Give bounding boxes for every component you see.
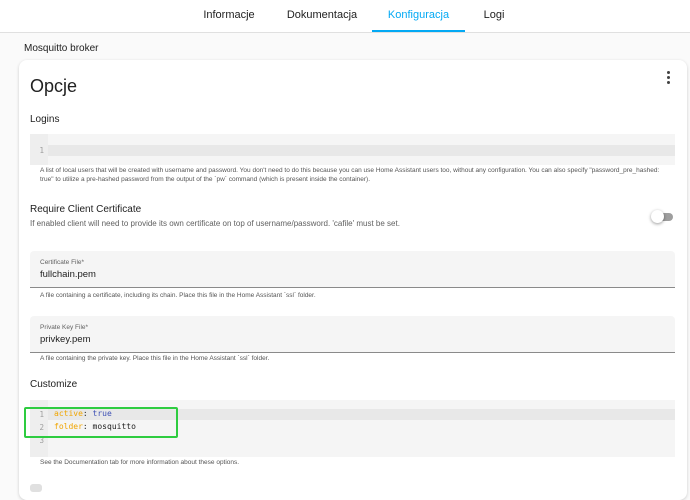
annotation-highlight-box (24, 407, 178, 438)
keyfile-label: Private Key File* (40, 324, 89, 331)
keyfile-field[interactable]: Private Key File* privkey.pem (30, 316, 675, 353)
certfile-field[interactable]: Certificate File* fullchain.pem (30, 251, 675, 288)
line-number: 1 (39, 146, 44, 155)
certfile-helper-text: A file containing a certificate, includi… (40, 292, 316, 299)
card-title: Opcje (30, 76, 78, 96)
tab-label: Dokumentacja (286, 9, 358, 21)
client-cert-description: If enabled client will need to provide i… (30, 219, 400, 228)
tab-label: Logi (483, 9, 505, 21)
tab-konfiguracja[interactable]: Konfiguracja (372, 0, 465, 32)
client-cert-toggle[interactable] (651, 210, 673, 223)
certfile-value: fullchain.pem (40, 269, 96, 280)
customize-helper-text: See the Documentation tab for more infor… (40, 459, 240, 466)
kebab-menu-icon[interactable] (662, 70, 674, 86)
active-tab-indicator (372, 30, 465, 32)
logins-helper-text: A list of local users that will be creat… (40, 167, 660, 183)
keyfile-helper-text: A file containing the private key. Place… (40, 355, 270, 362)
tab-informacje[interactable]: Informacje (188, 0, 270, 32)
active-line-highlight (48, 145, 675, 156)
addon-title: Mosquitto broker (24, 43, 99, 54)
customize-label: Customize (30, 379, 78, 390)
tab-dokumentacja[interactable]: Dokumentacja (280, 0, 364, 32)
certfile-label: Certificate File* (40, 259, 85, 266)
tab-label: Konfiguracja (387, 9, 450, 21)
toggle-knob (651, 210, 664, 223)
keyfile-value: privkey.pem (40, 334, 91, 345)
tab-bar: Informacje Dokumentacja Konfiguracja Log… (0, 0, 690, 33)
client-cert-label: Require Client Certificate (30, 204, 142, 215)
tab-logi[interactable]: Logi (472, 0, 516, 32)
checkbox-partial (30, 484, 42, 492)
logins-label: Logins (30, 114, 60, 125)
tab-label: Informacje (203, 9, 255, 21)
logins-editor[interactable]: 1 (30, 134, 675, 165)
